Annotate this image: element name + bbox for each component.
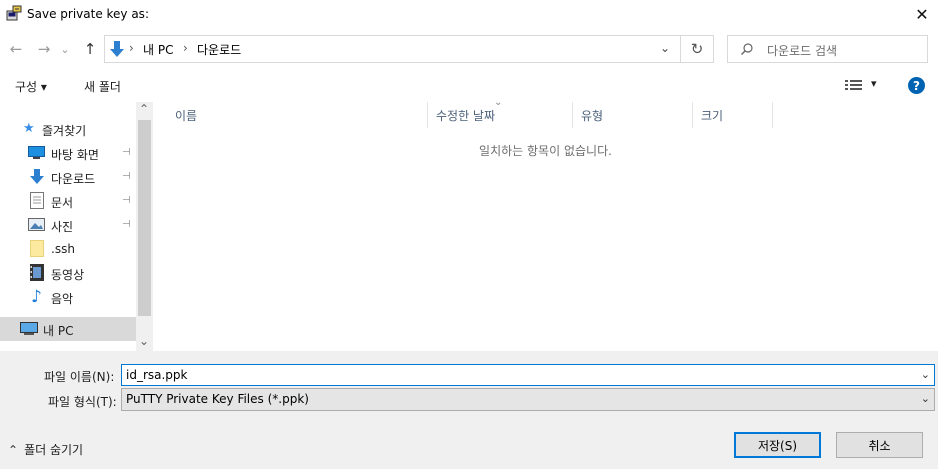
search-box[interactable]: 다운로드 검색 [727, 35, 928, 63]
save-button[interactable]: 저장(S) [734, 432, 821, 458]
close-icon: ✕ [915, 4, 929, 24]
pin-icon: ⊣ [122, 147, 131, 158]
view-options-icon[interactable] [845, 79, 863, 91]
column-header-size[interactable]: 크기 [693, 102, 773, 128]
column-header-date[interactable]: 수정한 날짜 ⌄ [428, 97, 573, 128]
video-icon [30, 264, 44, 281]
scrollbar-thumb[interactable] [138, 120, 151, 316]
putty-app-icon [5, 5, 23, 23]
sort-indicator-icon: ⌄ [494, 97, 503, 108]
window-title: Save private key as: [27, 7, 149, 21]
sidebar-item-label: .ssh [51, 242, 75, 256]
search-placeholder: 다운로드 검색 [767, 44, 838, 58]
scroll-down-icon[interactable]: ⌄ [139, 334, 149, 348]
sidebar-item-label: 즐겨찾기 [42, 124, 87, 138]
sidebar-item-ssh[interactable]: .ssh [0, 237, 136, 261]
document-icon [30, 192, 44, 209]
pin-icon: ⊣ [122, 171, 131, 182]
picture-icon [28, 218, 45, 231]
help-icon: ? [913, 78, 920, 93]
filetype-label: 파일 형식(T): [48, 395, 117, 409]
sidebar-item-videos[interactable]: 동영상 [0, 261, 136, 285]
cancel-button[interactable]: 취소 [836, 432, 923, 458]
help-button[interactable]: ? [908, 77, 925, 94]
sidebar-item-desktop[interactable]: 바탕 화면 ⊣ [0, 141, 136, 165]
close-button[interactable]: ✕ [906, 0, 938, 28]
column-header-label: 유형 [581, 108, 604, 123]
search-icon [740, 42, 754, 56]
sidebar-scrollbar[interactable]: ⌃ ⌄ [136, 102, 153, 351]
refresh-button[interactable]: ↻ [681, 35, 714, 63]
breadcrumb-my-pc[interactable]: 내 PC [143, 41, 173, 58]
up-button[interactable]: ↑ [79, 38, 101, 60]
music-note-icon: ♪ [31, 287, 42, 307]
sidebar-item-label: 음악 [51, 292, 74, 306]
column-header-label: 수정한 날짜 [436, 108, 496, 123]
sidebar-item-my-pc[interactable]: 내 PC [0, 317, 136, 341]
sidebar-item-label: 바탕 화면 [51, 148, 99, 162]
title-bar: Save private key as: ✕ [0, 0, 938, 30]
forward-button[interactable]: → [33, 38, 55, 60]
address-bar[interactable]: › 내 PC › 다운로드 [104, 35, 681, 63]
breadcrumb-separator: › [129, 41, 134, 55]
new-folder-button[interactable]: 새 폴더 [84, 78, 121, 95]
arrow-left-icon: ← [9, 40, 23, 58]
address-history-dropdown[interactable]: ⌄ [650, 35, 680, 61]
sidebar-item-pictures[interactable]: 사진 ⊣ [0, 213, 136, 237]
sidebar-item-label: 내 PC [43, 324, 74, 338]
filetype-select[interactable]: PuTTY Private Key Files (*.ppk) ⌄ [121, 388, 935, 411]
filetype-value: PuTTY Private Key Files (*.ppk) [126, 392, 309, 406]
chevron-down-icon[interactable]: ⌄ [921, 368, 930, 381]
column-header-name[interactable]: 이름 [167, 102, 428, 128]
command-bar: 구성 ▾ 새 폴더 ▾ ? [0, 68, 938, 102]
back-button[interactable]: ← [5, 38, 27, 60]
file-list[interactable]: 이름 수정한 날짜 ⌄ 유형 크기 일치하는 항목이 없습니다. [153, 97, 938, 351]
sidebar-item-quick-access[interactable]: ★ 즐겨찾기 [0, 117, 136, 141]
column-header-type[interactable]: 유형 [573, 102, 693, 128]
navigation-bar: ← → ⌄ ↑ › 내 PC › 다운로드 ⌄ ↻ 다운로드 검색 [0, 30, 938, 68]
sidebar-item-documents[interactable]: 문서 ⊣ [0, 189, 136, 213]
breadcrumb-separator: › [183, 41, 188, 55]
sidebar-item-label: 사진 [51, 220, 74, 234]
pc-icon [20, 322, 38, 336]
arrow-right-icon: → [37, 40, 51, 58]
desktop-icon [28, 146, 45, 159]
navigation-pane: ★ 즐겨찾기 바탕 화면 ⊣ 다운로드 ⊣ 문서 ⊣ 사진 ⊣ .ssh 동영상… [0, 102, 152, 350]
sidebar-item-label: 동영상 [51, 268, 85, 282]
filename-input[interactable]: id_rsa.ppk ⌄ [121, 364, 935, 386]
star-icon: ★ [23, 121, 35, 136]
organize-menu[interactable]: 구성 ▾ [15, 78, 47, 95]
sidebar-item-music[interactable]: ♪ 음악 [0, 285, 136, 309]
column-header-label: 이름 [175, 108, 198, 123]
empty-folder-message: 일치하는 항목이 없습니다. [479, 144, 612, 158]
chevron-up-icon: ⌃ [8, 442, 19, 457]
breadcrumb-downloads[interactable]: 다운로드 [197, 41, 241, 58]
hide-folders-label: 폴더 숨기기 [24, 443, 84, 457]
download-arrow-icon [108, 39, 126, 59]
recent-locations-button[interactable]: ⌄ [58, 38, 72, 60]
save-options-panel: 파일 이름(N): id_rsa.ppk ⌄ 파일 형식(T): PuTTY P… [0, 351, 938, 469]
download-icon [29, 168, 45, 186]
column-header-label: 크기 [701, 108, 724, 123]
folder-icon [30, 240, 44, 257]
chevron-down-icon: ⌄ [920, 392, 930, 405]
sidebar-item-downloads[interactable]: 다운로드 ⊣ [0, 165, 136, 189]
hide-folders-toggle[interactable]: ⌃ 폴더 숨기기 [8, 441, 83, 458]
sidebar-item-label: 다운로드 [51, 172, 96, 186]
arrow-up-icon: ↑ [83, 40, 97, 58]
chevron-down-icon: ⌄ [659, 41, 671, 55]
pin-icon: ⊣ [122, 219, 131, 230]
sidebar-item-label: 문서 [51, 196, 74, 210]
filename-label: 파일 이름(N): [44, 370, 115, 384]
filename-value: id_rsa.ppk [126, 368, 188, 382]
pin-icon: ⊣ [122, 195, 131, 206]
chevron-down-icon: ⌄ [60, 42, 70, 56]
scroll-up-icon[interactable]: ⌃ [139, 102, 149, 116]
view-dropdown-button[interactable]: ▾ [871, 77, 877, 90]
refresh-icon: ↻ [690, 40, 704, 58]
